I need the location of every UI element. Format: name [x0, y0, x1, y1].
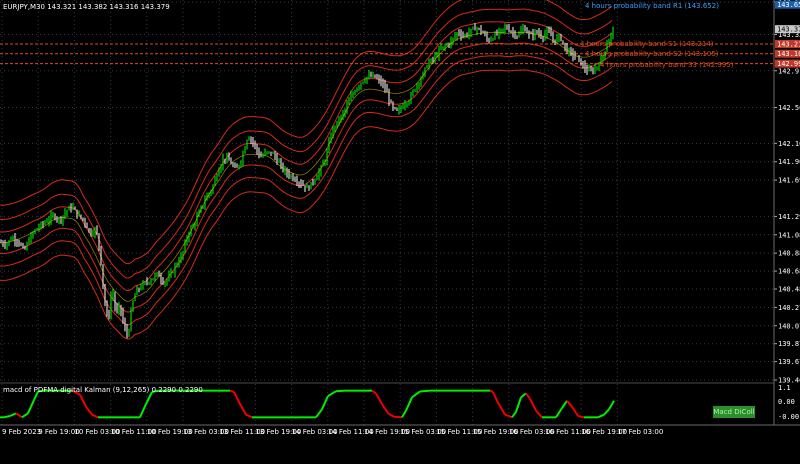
- macd-segment: [405, 396, 413, 412]
- price-tick-label: 141.085: [778, 231, 800, 239]
- macd-segment: [511, 411, 517, 418]
- macd-segment: [555, 407, 563, 418]
- price-tick-label: 141.900: [778, 158, 800, 166]
- macd-segment: [492, 391, 499, 404]
- price-tick-label: 140.880: [778, 250, 800, 258]
- macd-segment: [411, 390, 421, 399]
- price-label-current: 143.379: [777, 26, 800, 34]
- macd-segment: [525, 392, 531, 400]
- macd-segment: [327, 390, 337, 397]
- macd-segment: [245, 413, 253, 419]
- macd-segment: [535, 409, 543, 419]
- band-label: 4 hours probability band S3 (142.995): [600, 61, 734, 69]
- price-label-s: 142.995: [777, 60, 800, 68]
- macd-segment: [21, 412, 29, 419]
- price-tick-label: 140.275: [778, 304, 800, 312]
- chart-canvas: 1.10.00-0.00 143.682143.320142.915142.50…: [0, 0, 800, 436]
- macd-segment: [9, 412, 17, 417]
- macd-segment: [91, 413, 99, 419]
- macd-segment: [529, 398, 537, 412]
- macd-segment: [489, 389, 494, 393]
- macd-segment: [27, 399, 35, 414]
- band-label: 4 hours probability band S1 (143.214): [580, 40, 714, 48]
- macd-segment: [566, 400, 573, 408]
- band-label: 4 hours probability band S2 (143.105): [585, 50, 719, 58]
- macd-segment: [419, 389, 431, 393]
- kalman-line: [0, 32, 613, 302]
- time-label: 17 Feb 03:00: [617, 428, 663, 436]
- price-tick-label: 140.680: [778, 268, 800, 276]
- band-label: 4 hours probability band R1 (143.652): [585, 2, 719, 10]
- macd-segment: [139, 403, 147, 418]
- macd-segment: [371, 389, 377, 395]
- macd-segment: [321, 395, 329, 410]
- band-line-upper-1: [0, 21, 613, 292]
- time-axis: 9 Feb 20239 Feb 19:0010 Feb 03:0010 Feb …: [2, 428, 663, 436]
- price-tick-label: 142.505: [778, 104, 800, 112]
- price-tick-label: 140.070: [778, 322, 800, 330]
- macd-segment: [229, 389, 235, 393]
- band-line-lower-3: [0, 69, 613, 340]
- macd-segment: [381, 403, 389, 414]
- macd-button-label: Macd DiColl: [713, 408, 755, 416]
- macd-tick-label: 1.1: [778, 384, 791, 392]
- macd-segment: [497, 402, 506, 416]
- macd-segment: [335, 389, 346, 393]
- price-label-r1: 143.652: [777, 1, 800, 9]
- macd-button[interactable]: Macd DiColl: [713, 406, 755, 418]
- price-tick-label: 140.480: [778, 286, 800, 294]
- price-tick-label: 141.290: [778, 213, 800, 221]
- indicator-info: macd of PDFMA digital Kalman (9,12,265) …: [3, 386, 203, 394]
- macd-segment: [577, 415, 585, 419]
- macd-segment: [387, 412, 395, 418]
- macd-segment: [504, 413, 513, 419]
- price-tick-label: 139.670: [778, 358, 800, 366]
- macd-segment: [393, 415, 403, 419]
- macd-segment: [401, 410, 407, 418]
- macd-segment: [3, 415, 11, 419]
- price-tick-label: 139.870: [778, 340, 800, 348]
- macd-segment: [79, 394, 87, 408]
- chart-window: 1.10.00-0.00 143.682143.320142.915142.50…: [0, 0, 800, 464]
- macd-segment: [315, 408, 323, 418]
- macd-tick-label: -0.00: [778, 413, 799, 421]
- macd-segment: [85, 406, 93, 416]
- macd-tick-label: 0.00: [778, 398, 795, 406]
- price-label-s: 143.105: [777, 50, 800, 58]
- price-tick-label: 141.695: [778, 177, 800, 185]
- macd-segment: [239, 403, 247, 416]
- time-label: 9 Feb 2023: [2, 428, 41, 436]
- band-line-lower-2: [0, 55, 613, 326]
- macd-segment: [561, 400, 568, 409]
- macd-segment: [375, 392, 383, 405]
- macd-segment: [233, 391, 241, 405]
- macd-segment: [603, 408, 610, 416]
- macd-segment: [571, 406, 579, 417]
- price-tick-label: 142.105: [778, 140, 800, 148]
- macd-segment: [515, 397, 522, 413]
- price-tick-label: 142.915: [778, 67, 800, 75]
- price-label-s: 143.214: [777, 40, 800, 48]
- macd-segment: [608, 400, 615, 410]
- macd-segment: [15, 412, 23, 419]
- macd-segment: [597, 413, 605, 419]
- symbol-info: EURJPY,M30 143.321 143.382 143.316 143.3…: [3, 3, 170, 11]
- price-tick-label: 139.465: [778, 377, 800, 385]
- price-axis: 143.682143.320142.915142.505142.105141.9…: [774, 0, 800, 385]
